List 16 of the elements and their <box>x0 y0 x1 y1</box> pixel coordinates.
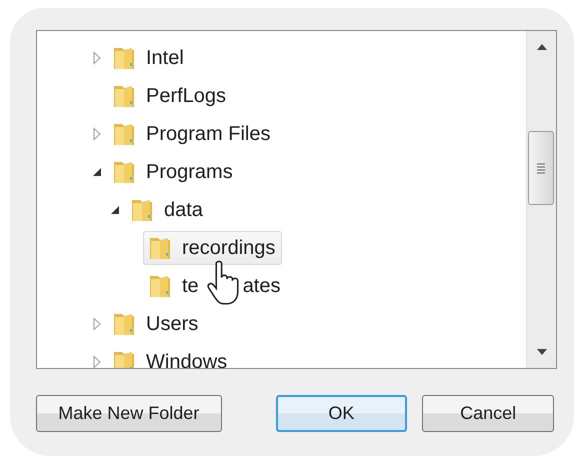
scrollbar[interactable] <box>526 31 556 368</box>
folder-item[interactable]: Windows <box>107 345 234 368</box>
folder-item[interactable]: Users <box>107 307 206 341</box>
folder-item[interactable]: data <box>125 193 210 227</box>
dialog-button[interactable]: Make New Folder <box>36 395 222 432</box>
dialog-button[interactable]: OK <box>276 395 408 432</box>
folder-item[interactable]: Programs <box>107 155 240 189</box>
folder-item[interactable]: te ates <box>143 269 288 303</box>
scroll-down-icon[interactable] <box>536 349 546 355</box>
dialog-button[interactable]: Cancel <box>422 395 554 432</box>
folder-item[interactable]: Program Files <box>107 117 278 151</box>
folder-item[interactable]: recordings <box>143 231 282 265</box>
scroll-thumb[interactable] <box>528 131 554 205</box>
scroll-up-icon[interactable] <box>536 44 546 50</box>
folder-item[interactable]: Intel <box>107 41 191 75</box>
folder-item[interactable]: PerfLogs <box>107 79 234 113</box>
